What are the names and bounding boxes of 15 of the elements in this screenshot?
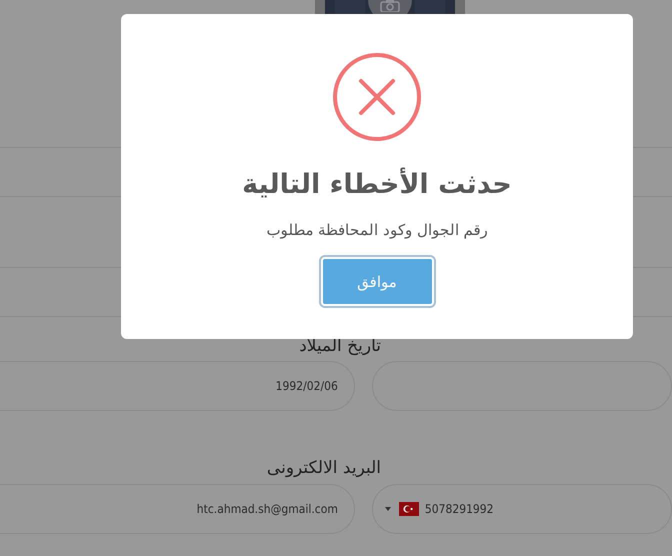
dialog-title: حدثت الأخطاء التالية — [242, 168, 512, 202]
field-label: تاريخ الميلاد — [299, 335, 381, 357]
flag-icon — [398, 502, 419, 516]
caret-icon[interactable] — [384, 507, 391, 511]
error-message: رقم الجوال وكود المحافظة مطلوب — [266, 220, 488, 240]
input-field[interactable]: 1992/02/06 — [0, 361, 355, 411]
ok-button[interactable]: موافق — [320, 257, 434, 306]
input-field[interactable]: htc.ahmad.sh@gmail.com — [0, 484, 355, 534]
phone-number: 5078291992 — [424, 502, 494, 516]
camera-icon[interactable] — [380, 0, 400, 12]
field-label: البريد الالكترونى — [266, 457, 381, 479]
input-field[interactable]: 5078291992 — [372, 484, 672, 534]
field-value: htc.ahmad.sh@gmail.com — [196, 502, 338, 516]
field-value: 1992/02/06 — [276, 379, 338, 393]
error-icon — [332, 52, 422, 142]
